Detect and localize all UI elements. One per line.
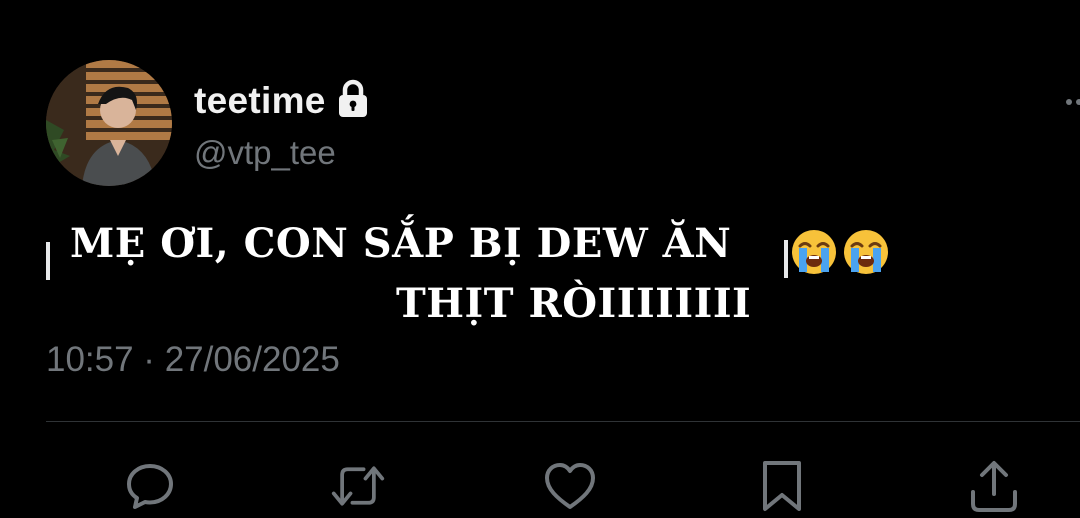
avatar[interactable] <box>46 60 172 186</box>
caption-line-2: THỊT RÒIIIIIIII <box>396 280 752 327</box>
retweet-icon <box>331 466 385 506</box>
like-button[interactable] <box>542 458 598 514</box>
retweet-button[interactable] <box>330 458 386 514</box>
text-fragment-left <box>46 242 50 280</box>
display-name[interactable]: teetime <box>194 80 326 122</box>
share-icon <box>971 461 1017 512</box>
caption-line-1: MẸ ƠI, CON SẮP BỊ DEW ĂN <box>70 220 732 267</box>
share-button[interactable] <box>966 458 1022 514</box>
tweet-timestamp[interactable]: 10:57 · 27/06/2025 <box>46 340 340 380</box>
bookmark-button[interactable] <box>754 458 810 514</box>
more-options-icon[interactable] <box>1064 94 1080 105</box>
loudly-crying-face-icon <box>792 230 836 274</box>
bookmark-icon <box>763 461 801 511</box>
lock-icon <box>336 79 370 119</box>
divider <box>46 421 1080 422</box>
tweet-text: MẸ ƠI, CON SẮP BỊ DEW ĂN THỊT RÒIIIIIIII <box>46 214 926 334</box>
profile-photo-icon <box>46 60 172 186</box>
heart-icon <box>545 463 595 509</box>
display-name-row: teetime <box>194 76 370 126</box>
user-handle[interactable]: @vtp_tee <box>194 134 336 172</box>
reply-button[interactable] <box>122 458 178 514</box>
loudly-crying-face-icon <box>844 230 888 274</box>
comment-icon <box>127 464 173 509</box>
emoji-row <box>790 228 890 276</box>
text-fragment-right <box>784 240 788 278</box>
